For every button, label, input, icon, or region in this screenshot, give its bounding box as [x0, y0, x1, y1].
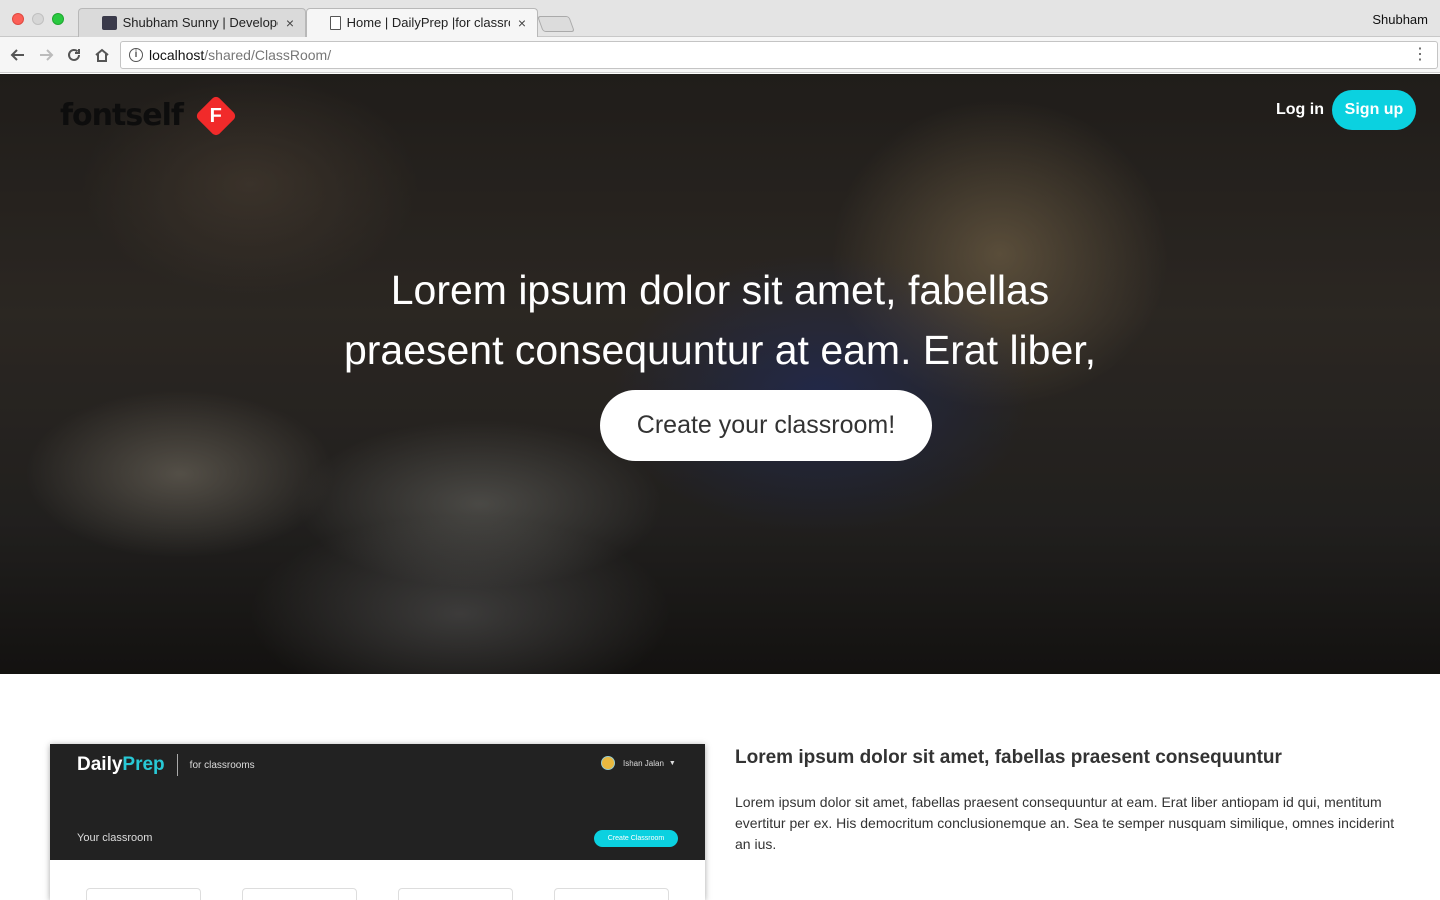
logo-text: fontself: [60, 98, 184, 133]
app-preview-image: Daily Prep for classrooms Ishan Jalan ▼ Y…: [50, 744, 705, 900]
browser-tab-bar: Shubham Sunny | Developer | × Home | Dai…: [0, 0, 1440, 37]
logo-mark-icon: F: [194, 94, 238, 137]
tab-title: Shubham Sunny | Developer |: [122, 15, 278, 30]
logo-mark-letter: F: [209, 104, 223, 126]
preview-brand-daily: Daily: [77, 754, 123, 775]
browser-tab-2[interactable]: Home | DailyPrep |for classroo ×: [306, 8, 538, 37]
preview-section-title: Your classroom: [77, 832, 153, 844]
preview-divider: [176, 754, 178, 776]
back-arrow-icon[interactable]: [8, 45, 28, 65]
preview-body: [50, 860, 705, 900]
page-icon: [330, 15, 341, 30]
menu-icon[interactable]: ⋮: [1412, 47, 1428, 63]
url-host: localhost: [149, 47, 205, 63]
create-classroom-button[interactable]: Create your classroom!: [600, 390, 932, 461]
favicon-icon: [102, 15, 117, 30]
preview-user-menu: Ishan Jalan ▼: [601, 756, 676, 770]
preview-card: [242, 888, 357, 900]
profile-name[interactable]: Shubham: [1372, 12, 1428, 27]
tab-title: Home | DailyPrep |for classroo: [346, 15, 510, 30]
close-window-button[interactable]: [12, 13, 24, 25]
chevron-down-icon: ▼: [668, 759, 676, 767]
preview-card: [86, 888, 201, 900]
url-path: /shared/ClassRoom/: [204, 47, 332, 63]
new-tab-button[interactable]: [537, 16, 575, 32]
browser-toolbar: i localhost/shared/ClassRoom/ ⋮: [0, 37, 1440, 73]
preview-card: [398, 888, 513, 900]
preview-tagline: for classrooms: [189, 759, 255, 771]
browser-tab-1[interactable]: Shubham Sunny | Developer | ×: [78, 8, 306, 37]
minimize-window-button[interactable]: [32, 13, 44, 25]
preview-card: [554, 888, 669, 900]
close-tab-icon[interactable]: ×: [286, 15, 294, 31]
maximize-window-button[interactable]: [52, 13, 64, 25]
preview-brand-prep: Prep: [122, 754, 165, 775]
home-icon[interactable]: [92, 45, 112, 65]
hero-section: fontself F Log in Sign up Lorem ipsum do…: [0, 74, 1440, 674]
hero-heading: Lorem ipsum dolor sit amet, fabellas pra…: [343, 267, 1097, 373]
avatar: [601, 756, 615, 770]
reload-icon[interactable]: [64, 45, 84, 65]
forward-arrow-icon[interactable]: [36, 45, 56, 65]
preview-user-name: Ishan Jalan: [623, 758, 664, 768]
address-bar[interactable]: i localhost/shared/ClassRoom/: [120, 41, 1438, 69]
feature-text: Lorem ipsum dolor sit amet, fabellas pra…: [735, 794, 1395, 852]
preview-create-button: Create Classroom: [594, 830, 678, 847]
login-link[interactable]: Log in: [1276, 101, 1324, 119]
info-icon[interactable]: i: [129, 48, 143, 62]
feature-title: Lorem ipsum dolor sit amet, fabellas pra…: [735, 747, 1282, 768]
preview-brand: Daily Prep for classrooms: [77, 754, 255, 776]
signup-button[interactable]: Sign up: [1332, 90, 1416, 130]
close-tab-icon[interactable]: ×: [518, 15, 526, 31]
logo[interactable]: fontself F: [60, 94, 238, 137]
